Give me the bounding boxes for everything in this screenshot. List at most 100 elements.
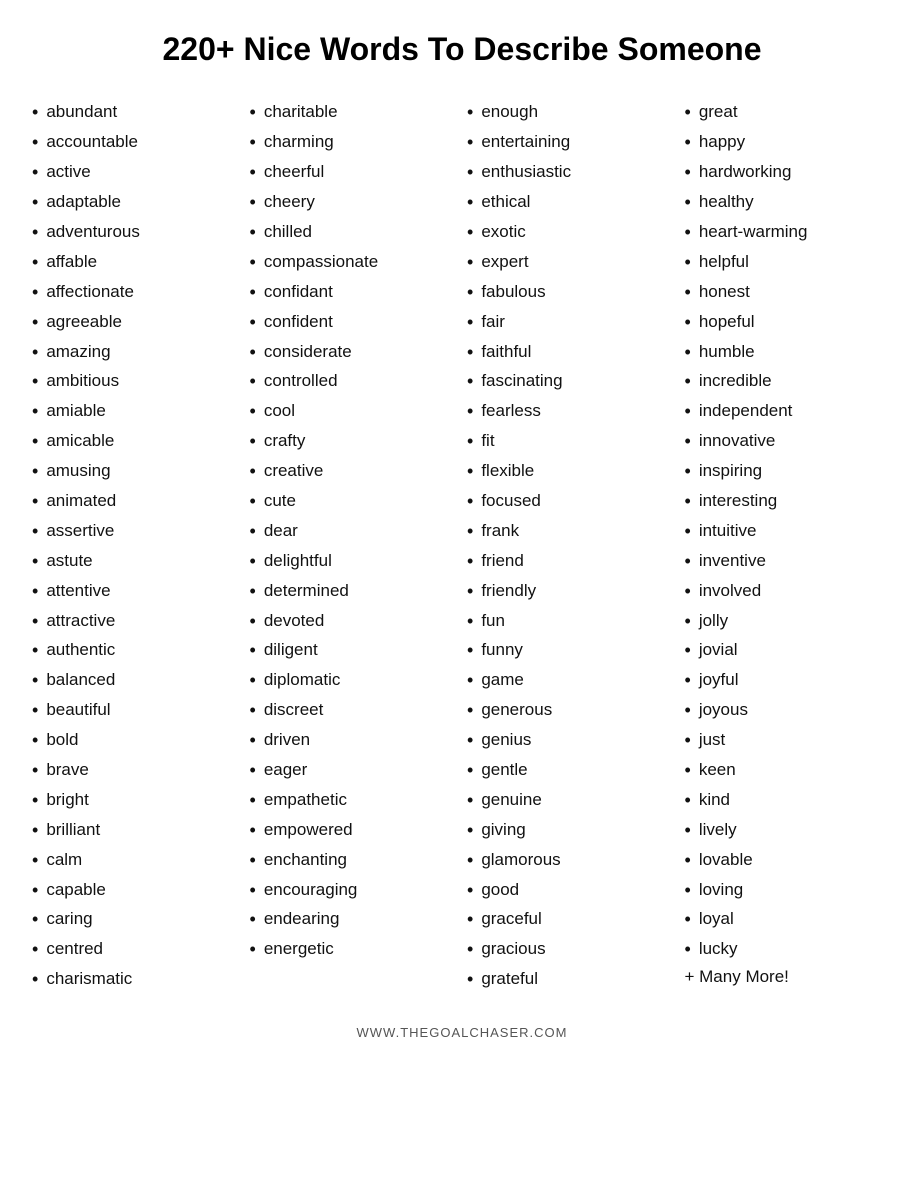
list-item: exotic [467, 218, 675, 248]
list-item: creative [250, 457, 458, 487]
list-item: expert [467, 248, 675, 278]
more-label: + Many More! [685, 967, 893, 987]
list-item: enough [467, 98, 675, 128]
list-item: lucky [685, 935, 893, 965]
list-item: beautiful [32, 696, 240, 726]
list-item: faithful [467, 338, 675, 368]
list-item: attentive [32, 577, 240, 607]
list-item: good [467, 876, 675, 906]
list-item: fun [467, 607, 675, 637]
list-item: humble [685, 338, 893, 368]
list-item: loving [685, 876, 893, 906]
list-item: great [685, 98, 893, 128]
list-item: incredible [685, 367, 893, 397]
word-list-3: enoughentertainingenthusiasticethicalexo… [467, 98, 675, 995]
list-item: abundant [32, 98, 240, 128]
list-item: interesting [685, 487, 893, 517]
list-item: giving [467, 816, 675, 846]
list-item: delightful [250, 547, 458, 577]
list-item: charismatic [32, 965, 240, 995]
list-item: funny [467, 636, 675, 666]
footer-text: WWW.THEGOALCHASER.COM [32, 1025, 892, 1055]
list-item: friend [467, 547, 675, 577]
list-item: lively [685, 816, 893, 846]
list-item: affectionate [32, 278, 240, 308]
word-list-2: charitablecharmingcheerfulcheerychilledc… [250, 98, 458, 965]
list-item: intuitive [685, 517, 893, 547]
list-item: genius [467, 726, 675, 756]
list-item: attractive [32, 607, 240, 637]
list-item: involved [685, 577, 893, 607]
list-item: brilliant [32, 816, 240, 846]
list-item: endearing [250, 905, 458, 935]
list-item: gentle [467, 756, 675, 786]
list-item: glamorous [467, 846, 675, 876]
list-item: brave [32, 756, 240, 786]
list-item: frank [467, 517, 675, 547]
list-item: diplomatic [250, 666, 458, 696]
list-item: cheerful [250, 158, 458, 188]
list-item: innovative [685, 427, 893, 457]
list-item: empathetic [250, 786, 458, 816]
list-item: discreet [250, 696, 458, 726]
list-item: fabulous [467, 278, 675, 308]
list-item: enthusiastic [467, 158, 675, 188]
list-item: focused [467, 487, 675, 517]
list-item: diligent [250, 636, 458, 666]
list-item: devoted [250, 607, 458, 637]
list-item: empowered [250, 816, 458, 846]
list-item: bright [32, 786, 240, 816]
list-item: determined [250, 577, 458, 607]
list-item: flexible [467, 457, 675, 487]
list-item: fit [467, 427, 675, 457]
list-item: generous [467, 696, 675, 726]
list-item: energetic [250, 935, 458, 965]
list-item: capable [32, 876, 240, 906]
page-title: 220+ Nice Words To Describe Someone [32, 30, 892, 68]
list-item: eager [250, 756, 458, 786]
list-item: graceful [467, 905, 675, 935]
list-item: controlled [250, 367, 458, 397]
page-container: 220+ Nice Words To Describe Someone abun… [12, 0, 912, 1075]
list-item: amusing [32, 457, 240, 487]
list-item: jolly [685, 607, 893, 637]
list-item: astute [32, 547, 240, 577]
list-item: active [32, 158, 240, 188]
list-item: gracious [467, 935, 675, 965]
list-item: ethical [467, 188, 675, 218]
word-list-1: abundantaccountableactiveadaptableadvent… [32, 98, 240, 995]
list-item: centred [32, 935, 240, 965]
list-item: animated [32, 487, 240, 517]
list-item: hardworking [685, 158, 893, 188]
columns-wrapper: abundantaccountableactiveadaptableadvent… [32, 98, 892, 995]
list-item: grateful [467, 965, 675, 995]
list-item: balanced [32, 666, 240, 696]
list-item: just [685, 726, 893, 756]
list-item: honest [685, 278, 893, 308]
list-item: dear [250, 517, 458, 547]
list-item: charitable [250, 98, 458, 128]
list-item: game [467, 666, 675, 696]
list-item: confident [250, 308, 458, 338]
list-item: accountable [32, 128, 240, 158]
list-item: bold [32, 726, 240, 756]
list-item: considerate [250, 338, 458, 368]
list-item: compassionate [250, 248, 458, 278]
list-item: calm [32, 846, 240, 876]
list-item: fearless [467, 397, 675, 427]
list-item: lovable [685, 846, 893, 876]
list-item: keen [685, 756, 893, 786]
column-1: abundantaccountableactiveadaptableadvent… [32, 98, 240, 995]
list-item: enchanting [250, 846, 458, 876]
word-list-4: greathappyhardworkinghealthyheart-warmin… [685, 98, 893, 965]
list-item: independent [685, 397, 893, 427]
list-item: encouraging [250, 876, 458, 906]
list-item: adaptable [32, 188, 240, 218]
list-item: joyous [685, 696, 893, 726]
list-item: entertaining [467, 128, 675, 158]
list-item: kind [685, 786, 893, 816]
list-item: helpful [685, 248, 893, 278]
list-item: loyal [685, 905, 893, 935]
list-item: fascinating [467, 367, 675, 397]
list-item: amazing [32, 338, 240, 368]
